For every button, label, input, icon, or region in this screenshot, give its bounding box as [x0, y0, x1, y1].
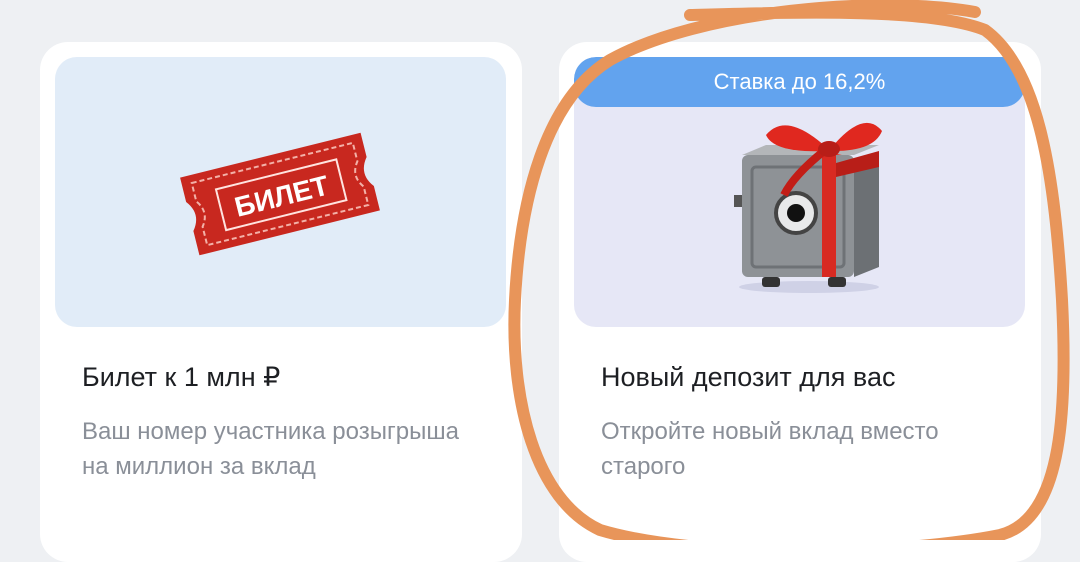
- promo-card-deposit[interactable]: Ставка до 16,2% Новый депозит для вас От…: [559, 42, 1041, 562]
- ticket-icon: БИЛЕТ: [180, 132, 380, 256]
- card-title: Новый депозит для вас: [601, 362, 896, 392]
- promo-card-ticket[interactable]: БИЛЕТ Билет к 1 млн ₽ Ваш номер участник…: [40, 42, 522, 562]
- rate-badge: Ставка до 16,2%: [574, 57, 1025, 107]
- card-description: Откройте новый вклад вместо старого: [601, 418, 939, 480]
- deposit-card-image: Ставка до 16,2%: [574, 57, 1025, 327]
- gift-safe-icon: [734, 122, 882, 293]
- ticket-card-image: БИЛЕТ: [55, 57, 506, 327]
- card-title: Билет к 1 млн ₽: [82, 362, 281, 392]
- card-description: Ваш номер участника розыгрыша на миллион…: [82, 418, 459, 480]
